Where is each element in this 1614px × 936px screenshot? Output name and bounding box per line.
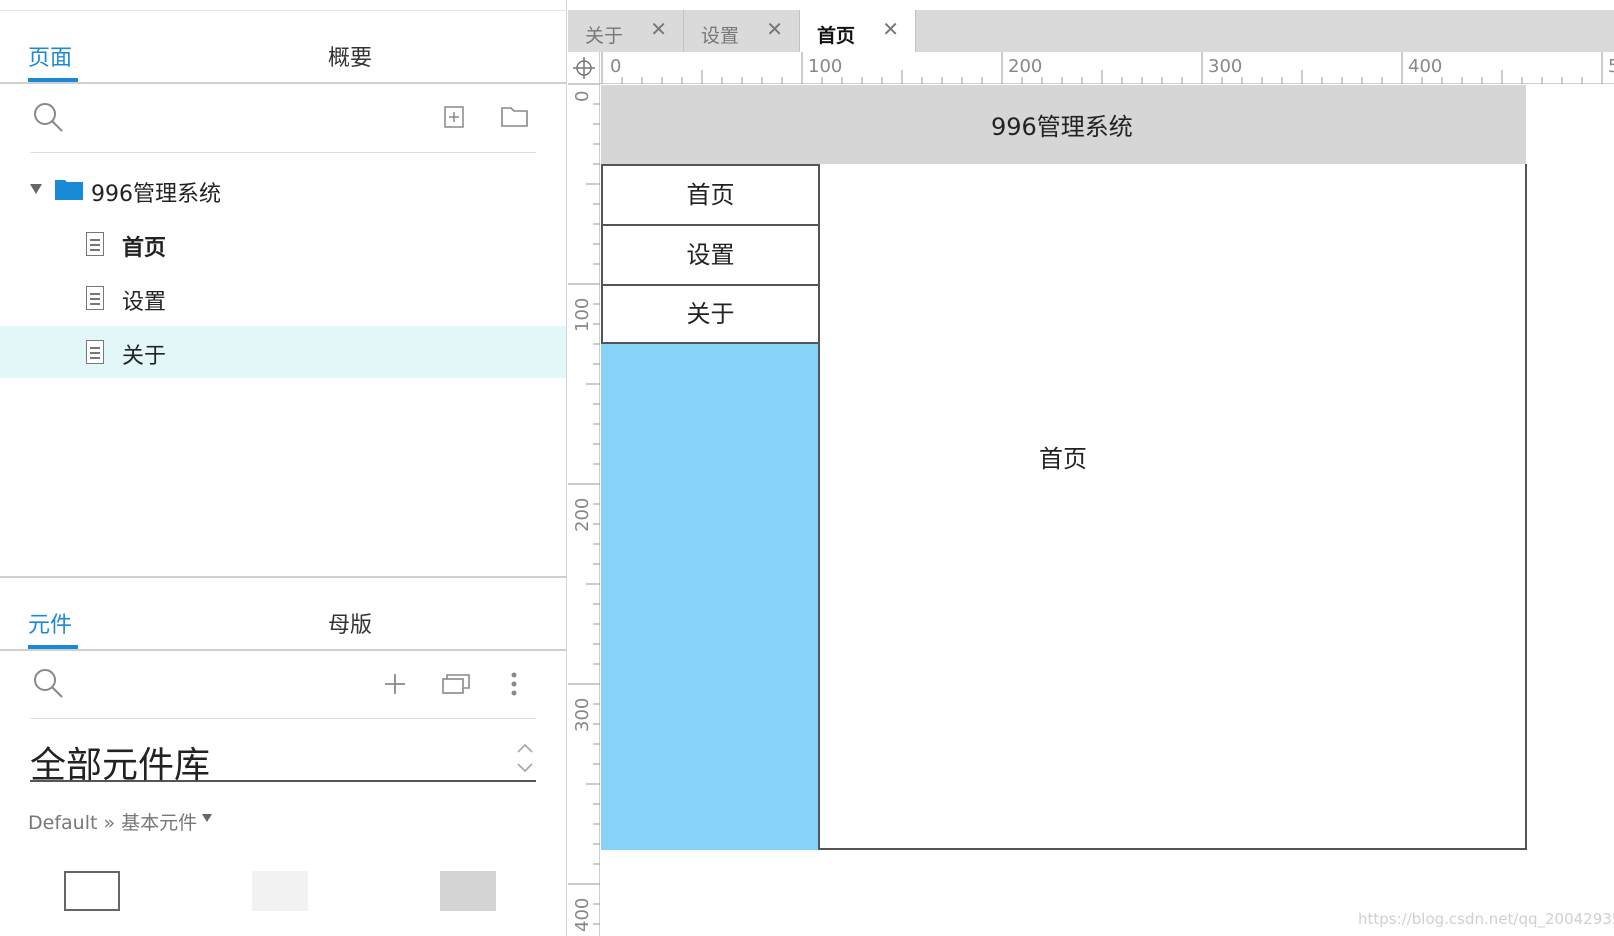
watermark: https://blog.csdn.net/qq_20042935 xyxy=(1358,910,1614,928)
doc-tab-label: 设置 xyxy=(701,25,740,47)
more-icon[interactable] xyxy=(510,672,518,696)
select-updown-icon[interactable] xyxy=(516,742,534,774)
doc-tab-settings[interactable]: 设置 ✕ xyxy=(684,10,800,52)
ruler-left-label: 100 xyxy=(572,297,593,332)
ruler-top-label: 5 xyxy=(1608,56,1614,77)
tab-pages[interactable]: 页面 xyxy=(28,40,72,72)
page-icon xyxy=(86,232,104,256)
search-icon[interactable] xyxy=(33,102,65,134)
page-label: 关于 xyxy=(122,344,167,369)
ruler-top-label: 100 xyxy=(808,56,843,77)
doc-tab-home[interactable]: 首页 ✕ xyxy=(800,10,916,52)
add-icon[interactable] xyxy=(384,673,406,695)
library-path[interactable]: Default » 基本元件 xyxy=(28,808,197,835)
ruler-top-label: 0 xyxy=(610,56,622,77)
wireframe-nav-home[interactable]: 首页 xyxy=(601,164,820,226)
ruler-top-label: 200 xyxy=(1008,56,1043,77)
ruler-corner[interactable] xyxy=(568,52,600,84)
close-icon[interactable]: ✕ xyxy=(882,17,899,41)
ruler-left-label: 0 xyxy=(572,90,593,102)
ruler-left-label: 200 xyxy=(572,497,593,532)
collapse-triangle-icon[interactable] xyxy=(29,183,43,195)
library-icon[interactable] xyxy=(442,671,472,695)
wireframe-content-text: 首页 xyxy=(1039,445,1087,473)
library-select[interactable]: 全部元件库 xyxy=(30,734,536,786)
widget-shape[interactable] xyxy=(440,871,496,911)
ruler-top-ticks xyxy=(601,52,1603,84)
ruler-left-label: 400 xyxy=(572,897,593,932)
ruler-top: 0 100 200 300 400 5 xyxy=(568,52,1614,84)
folder-label: 996管理系统 xyxy=(91,182,221,207)
tree-page-home[interactable]: 首页 xyxy=(0,218,566,270)
doc-tab-label: 关于 xyxy=(585,25,624,47)
close-icon[interactable]: ✕ xyxy=(650,17,667,41)
doc-tab-label: 首页 xyxy=(817,25,856,47)
section-divider[interactable] xyxy=(0,576,566,578)
design-canvas[interactable]: 996管理系统 首页 设置 关于 首页 xyxy=(601,85,1614,936)
ruler-left-label: 300 xyxy=(572,697,593,732)
search-icon[interactable] xyxy=(33,668,65,700)
wireframe-nav-about[interactable]: 关于 xyxy=(601,284,820,344)
page-label: 设置 xyxy=(122,290,167,315)
ruler-top-label: 400 xyxy=(1408,56,1443,77)
widget-placeholder[interactable] xyxy=(252,871,308,911)
tab-masters[interactable]: 母版 xyxy=(328,607,372,639)
widget-box[interactable] xyxy=(64,871,120,911)
top-border xyxy=(0,10,566,11)
ruler-top-label: 300 xyxy=(1208,56,1243,77)
left-panel: 页面 概要 996管理系统 首页 设置 关于 元件 母版 全部元件库 Defau… xyxy=(0,0,567,936)
wireframe-header-title: 996管理系统 xyxy=(991,113,1133,141)
close-icon[interactable]: ✕ xyxy=(766,17,783,41)
add-folder-icon[interactable] xyxy=(500,104,530,128)
tree-folder-row[interactable]: 996管理系统 xyxy=(0,164,566,216)
wireframe-sidebar[interactable] xyxy=(601,343,819,850)
wireframe-divider xyxy=(818,164,820,850)
ruler-left: 0 100 200 300 400 xyxy=(568,84,600,936)
caret-down-icon[interactable] xyxy=(201,813,213,823)
wireframe-nav-settings[interactable]: 设置 xyxy=(601,224,820,286)
widget-tabs-divider xyxy=(0,649,566,651)
folder-icon xyxy=(55,180,83,200)
tab-widgets[interactable]: 元件 xyxy=(28,607,72,639)
library-select-value: 全部元件库 xyxy=(30,745,211,786)
tree-page-settings[interactable]: 设置 xyxy=(0,272,566,324)
page-label: 首页 xyxy=(122,236,167,261)
add-page-icon[interactable] xyxy=(444,106,466,128)
page-icon xyxy=(86,340,104,364)
tab-outline[interactable]: 概要 xyxy=(328,40,372,72)
search-divider xyxy=(30,152,536,153)
widget-search-divider xyxy=(30,718,536,719)
tree-page-about[interactable]: 关于 xyxy=(0,326,566,378)
crosshair-icon[interactable] xyxy=(572,56,596,80)
doc-tab-about[interactable]: 关于 ✕ xyxy=(568,10,684,52)
doc-tab-bar: 关于 ✕ 设置 ✕ 首页 ✕ xyxy=(568,10,1614,52)
page-icon xyxy=(86,286,104,310)
tabs-divider xyxy=(0,82,566,84)
